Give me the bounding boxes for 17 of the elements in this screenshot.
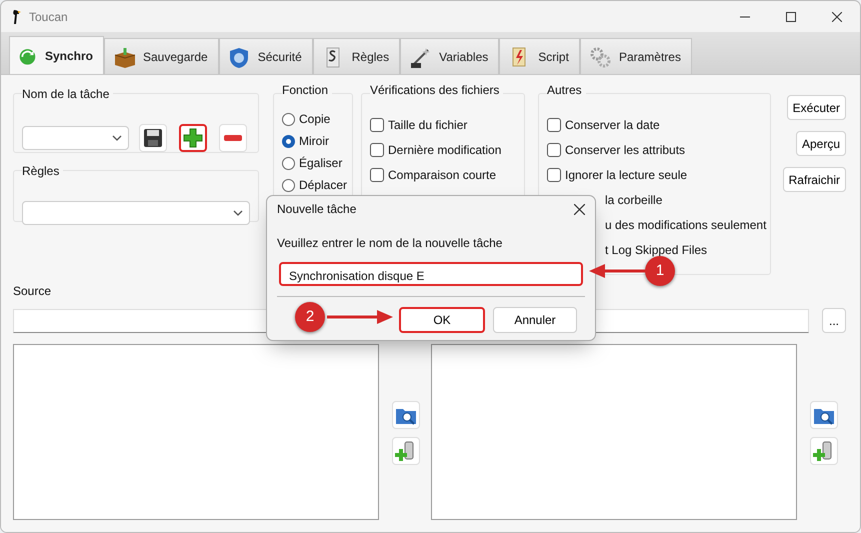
option-label: Conserver la date xyxy=(565,116,660,134)
option-label: Déplacer xyxy=(299,177,348,194)
option-label: la corbeille xyxy=(605,192,662,208)
option-label: t Log Skipped Files xyxy=(605,242,708,258)
option-label: Conserver les attributs xyxy=(565,142,686,158)
option-label: Miroir xyxy=(299,133,329,150)
source-label: Source xyxy=(13,283,52,300)
option-label: Copie xyxy=(299,111,330,128)
option-label: Dernière modification xyxy=(388,142,502,158)
option-label: Ignorer la lecture seule xyxy=(565,166,688,184)
option-label: Comparaison courte xyxy=(388,166,496,184)
dialog-title: Nouvelle tâche xyxy=(277,201,356,218)
dialog-prompt: Veuillez entrer le nom de la nouvelle tâche xyxy=(277,235,504,252)
option-label: Taille du fichier xyxy=(388,116,468,134)
window-title: Toucan xyxy=(29,8,68,26)
option-label: u des modifications seulement xyxy=(605,216,766,234)
option-label: Égaliser xyxy=(299,155,342,172)
